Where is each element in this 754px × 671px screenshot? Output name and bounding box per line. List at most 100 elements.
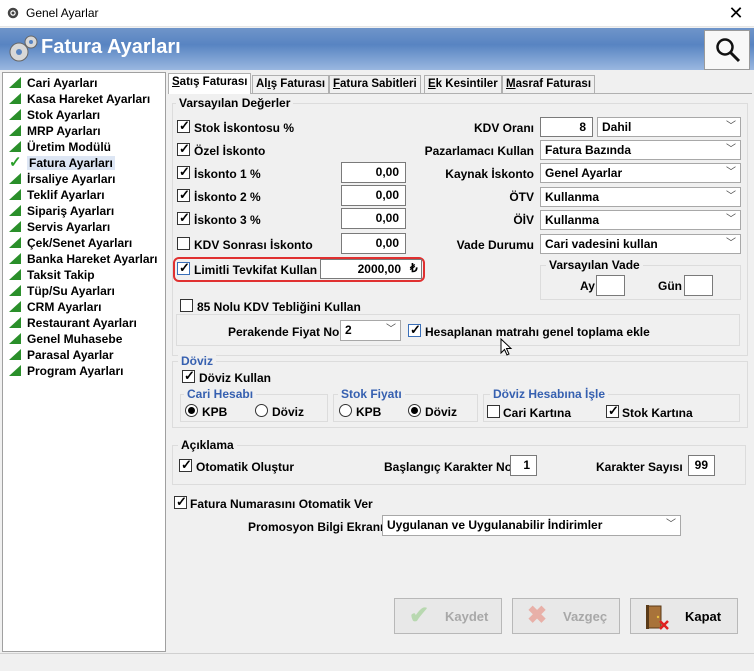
stok-karti-label: Stok Kartına	[622, 406, 693, 420]
green-triangle-icon	[9, 173, 21, 184]
pazarlamaci-select[interactable]: Fatura Bazında ﹀	[540, 140, 741, 160]
gears-icon	[9, 35, 38, 62]
tab-fatura-sabitleri[interactable]: Fatura Sabitleri	[329, 75, 421, 93]
tree-item[interactable]: Program Ayarları	[9, 363, 124, 379]
vazgec-button[interactable]: ✖ Vazgeç	[512, 598, 620, 634]
title-bar: Genel Ayarlar ✕	[0, 0, 754, 27]
tree-item[interactable]: Stok Ayarları	[9, 107, 100, 123]
tree-item[interactable]: MRP Ayarları	[9, 123, 101, 139]
kapat-button[interactable]: Kapat	[630, 598, 738, 634]
tab-masraf-faturasi[interactable]: Masraf Faturası	[502, 75, 596, 93]
tab-alis-faturasi[interactable]: Alış Faturası	[252, 75, 330, 93]
status-bar	[0, 653, 754, 671]
tree-item[interactable]: Teklif Ayarları	[9, 187, 105, 203]
kaydet-button[interactable]: ✔ Kaydet	[394, 598, 502, 634]
karakter-sayisi-input[interactable]: 99	[688, 455, 715, 476]
limitli-tevkifat-input[interactable]: 2000,00	[320, 259, 422, 279]
pazarlamaci-label: Pazarlamacı Kullan	[424, 144, 534, 158]
baslangic-input[interactable]: 1	[510, 455, 537, 476]
kdv85-checkbox[interactable]	[180, 299, 193, 312]
gun-input[interactable]	[684, 275, 713, 296]
tree-item[interactable]: Üretim Modülü	[9, 139, 111, 155]
iskonto1-checkbox[interactable]: ✓	[177, 164, 190, 179]
tree-item[interactable]: Cari Ayarları	[9, 75, 97, 91]
green-triangle-icon	[9, 125, 21, 136]
stok-doviz-label: Döviz	[425, 405, 458, 419]
hesaplanan-checkbox[interactable]: ✓	[408, 322, 421, 337]
ay-label: Ay	[580, 279, 595, 293]
lira-symbol: ₺	[410, 261, 418, 275]
kdv-sonrasi-input[interactable]: 0,00	[341, 233, 406, 254]
green-triangle-icon	[9, 365, 21, 376]
fatura-no-checkbox[interactable]: ✓	[174, 494, 187, 509]
stok-doviz-radio[interactable]	[408, 404, 421, 417]
otomatik-olustur-checkbox[interactable]: ✓	[179, 457, 192, 472]
stok-iskontosu-checkbox[interactable]: ✓	[177, 118, 190, 133]
iskonto3-input[interactable]: 0,00	[341, 208, 406, 229]
exit-door-icon	[646, 605, 669, 630]
tree-item[interactable]: Parasal Ayarlar	[9, 347, 114, 363]
tree-item-label: Genel Muhasebe	[27, 332, 123, 346]
green-triangle-icon	[9, 221, 21, 232]
kdv-sonrasi-checkbox[interactable]	[177, 237, 190, 250]
tree-item[interactable]: İrsaliye Ayarları	[9, 171, 116, 187]
tree-item[interactable]: CRM Ayarları	[9, 299, 101, 315]
limitli-tevkifat-checkbox[interactable]: ✓	[177, 260, 190, 275]
promosyon-label: Promosyon Bilgi Ekranı	[248, 520, 384, 534]
tree-item-label: Üretim Modülü	[27, 140, 111, 154]
cari-hesabi-title: Cari Hesabı	[184, 387, 257, 401]
stok-fiyati-title: Stok Fiyatı	[338, 387, 405, 401]
kdv-dahil-select[interactable]: Dahil ﹀	[597, 117, 741, 137]
promosyon-select[interactable]: Uygulanan ve Uygulanabilir İndirimler ﹀	[382, 515, 681, 536]
ozel-iskonto-label: Özel İskonto	[194, 144, 266, 158]
cari-karti-checkbox[interactable]	[487, 405, 500, 418]
stok-kpb-radio[interactable]	[339, 404, 352, 417]
ozel-iskonto-checkbox[interactable]: ✓	[177, 141, 190, 156]
iskonto1-input[interactable]: 0,00	[341, 162, 406, 183]
kdv-orani-label: KDV Oranı	[473, 121, 534, 135]
tree-item[interactable]: Çek/Senet Ayarları	[9, 235, 132, 251]
app-gear-icon	[7, 7, 19, 19]
stok-karti-checkbox[interactable]: ✓	[606, 403, 619, 418]
tree-item[interactable]: Taksit Takip	[9, 267, 95, 283]
tab-ek-kesintiler[interactable]: Ek Kesintiler	[424, 75, 502, 93]
doviz-hesabina-title: Döviz Hesabına İşle	[490, 387, 609, 401]
tree-item[interactable]: Genel Muhasebe	[9, 331, 122, 347]
tree-item-label: Taksit Takip	[27, 268, 95, 282]
ay-input[interactable]	[596, 275, 625, 296]
tree-item-label: Cari Ayarları	[27, 76, 98, 90]
kdv-orani-input[interactable]: 8	[540, 117, 593, 137]
kaynak-iskonto-select[interactable]: Genel Ayarlar ﹀	[540, 163, 741, 183]
tree-item-label: Teklif Ayarları	[27, 188, 105, 202]
stok-kpb-label: KPB	[356, 405, 382, 419]
doviz-kullan-checkbox[interactable]: ✓	[182, 368, 195, 383]
tree-item[interactable]: Sipariş Ayarları	[9, 203, 114, 219]
green-triangle-icon	[9, 189, 21, 200]
tree-item[interactable]: Tüp/Su Ayarları	[9, 283, 115, 299]
otv-select[interactable]: Kullanma ﹀	[540, 187, 741, 207]
iskonto3-checkbox[interactable]: ✓	[177, 210, 190, 225]
iskonto2-checkbox[interactable]: ✓	[177, 187, 190, 202]
tree-item[interactable]: Restaurant Ayarları	[9, 315, 137, 331]
tree-item[interactable]: Kasa Hareket Ayarları	[9, 91, 150, 107]
tree-item[interactable]: Banka Hareket Ayarları	[9, 251, 158, 267]
cari-kpb-radio[interactable]	[185, 404, 198, 417]
iskonto2-input[interactable]: 0,00	[341, 185, 406, 206]
vade-durumu-select[interactable]: Cari vadesini kullan ﹀	[540, 234, 741, 254]
limitli-tevkifat-label: Limitli Tevkifat Kullan	[194, 263, 318, 277]
varsayilan-vade-title: Varsayılan Vade	[546, 258, 643, 272]
oiv-label: ÖİV	[513, 213, 534, 227]
tree-item-label: CRM Ayarları	[27, 300, 102, 314]
search-button[interactable]	[704, 30, 750, 70]
tree-item[interactable]: Servis Ayarları	[9, 219, 110, 235]
tree-item[interactable]: ✓ Fatura Ayarları	[9, 155, 115, 171]
cari-doviz-radio[interactable]	[255, 404, 268, 417]
tab-satis-faturasi[interactable]: Satış Faturası	[168, 73, 252, 94]
tree-item-label: Banka Hareket Ayarları	[27, 252, 158, 266]
perakende-select[interactable]: 2 ﹀	[340, 320, 401, 341]
close-window-button[interactable]: ✕	[718, 0, 754, 27]
green-triangle-icon	[9, 109, 21, 120]
karakter-sayisi-label: Karakter Sayısı	[596, 460, 683, 474]
oiv-select[interactable]: Kullanma ﹀	[540, 210, 741, 230]
tree-item-label: MRP Ayarları	[27, 124, 101, 138]
